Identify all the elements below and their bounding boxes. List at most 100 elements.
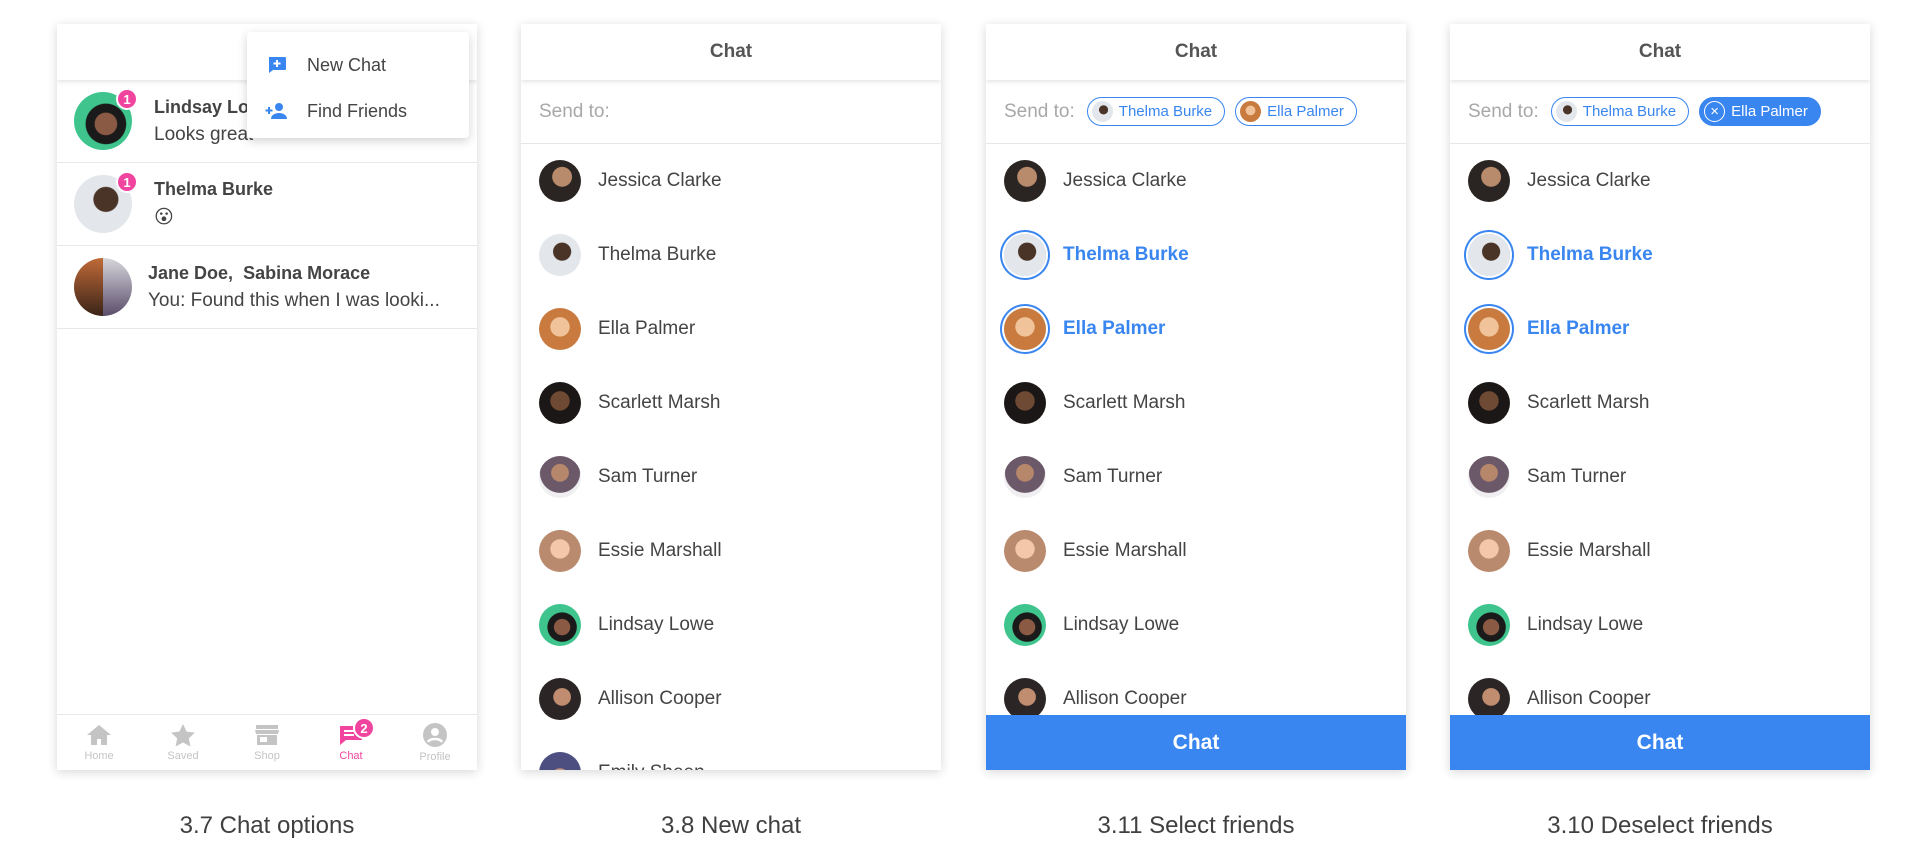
screen-caption: 3.7 Chat options (179, 812, 355, 839)
conversation-name: Jane Doe, Sabina Morace (148, 262, 371, 283)
recipient-chip-selected[interactable]: × Ella Palmer (1699, 97, 1821, 126)
avatar (539, 530, 581, 572)
contact-item[interactable]: Lindsay Lowe (1450, 588, 1870, 662)
avatar (1468, 234, 1510, 276)
chat-options-menu: New Chat Find Friends (247, 32, 469, 138)
contact-item[interactable]: Lindsay Lowe (521, 588, 941, 662)
send-to-label: Send to: (539, 100, 610, 122)
conversation-preview: 😮 (154, 207, 174, 228)
send-to-label: Send to: (1468, 100, 1539, 122)
contact-item[interactable]: Scarlett Marsh (986, 366, 1406, 440)
avatar: 1 (74, 171, 138, 233)
tab-home[interactable]: Home (57, 715, 141, 770)
avatar (1468, 160, 1510, 202)
tab-chat[interactable]: Chat 2 (309, 715, 393, 770)
avatar (1004, 234, 1046, 276)
group-avatar (74, 258, 132, 316)
bottom-tab-bar: Home Saved Shop Chat 2 Profile (57, 714, 477, 770)
contact-item[interactable]: Essie Marshall (1450, 514, 1870, 588)
start-chat-button[interactable]: Chat (1450, 715, 1870, 770)
remove-icon[interactable]: × (1704, 101, 1726, 122)
contact-item[interactable]: Emily Sheen (521, 736, 941, 770)
tab-profile[interactable]: Profile (393, 715, 477, 770)
screen-caption: 3.11 Select friends (1097, 812, 1295, 839)
conversation-row[interactable]: 1 Thelma Burke 😮 (57, 163, 477, 246)
home-icon (87, 725, 111, 745)
contact-list: Jessica Clarke Thelma Burke Ella Palmer … (986, 144, 1406, 736)
avatar (1468, 678, 1510, 720)
recipient-chip[interactable]: Thelma Burke (1086, 97, 1226, 126)
contact-item[interactable]: Jessica Clarke (1450, 144, 1870, 218)
avatar (539, 456, 581, 498)
tab-shop[interactable]: Shop (225, 715, 309, 770)
contact-item[interactable]: Sam Turner (986, 440, 1406, 514)
new-chat-screen: Chat Send to: Jessica Clarke Thelma Burk… (521, 24, 941, 770)
avatar: 1 (74, 88, 138, 150)
conversation-row[interactable]: Jane Doe, Sabina Morace You: Found this … (57, 246, 477, 329)
contact-item[interactable]: Essie Marshall (986, 514, 1406, 588)
avatar (1240, 101, 1262, 122)
avatar (1004, 678, 1046, 720)
contact-item[interactable]: Jessica Clarke (521, 144, 941, 218)
contact-item-selected[interactable]: Ella Palmer (986, 292, 1406, 366)
select-friends-screen: Chat Send to: Thelma Burke Ella Palmer J… (986, 24, 1406, 770)
contact-item[interactable]: Allison Cooper (521, 662, 941, 736)
contact-item[interactable]: Sam Turner (521, 440, 941, 514)
menu-item-label: Find Friends (307, 100, 408, 121)
unread-badge: 1 (116, 171, 138, 193)
send-to-field[interactable]: Send to: Thelma Burke Ella Palmer (986, 80, 1406, 144)
contact-item-selected[interactable]: Thelma Burke (986, 218, 1406, 292)
contact-item[interactable]: Lindsay Lowe (986, 588, 1406, 662)
menu-item-label: New Chat (307, 54, 387, 75)
send-to-label: Send to: (1004, 100, 1075, 122)
recipient-chip[interactable]: Ella Palmer (1235, 97, 1357, 126)
contact-item-selected[interactable]: Ella Palmer (1450, 292, 1870, 366)
avatar (1555, 101, 1577, 122)
start-chat-button[interactable]: Chat (986, 715, 1406, 770)
avatar (1004, 382, 1046, 424)
tab-badge: 2 (353, 717, 375, 739)
page-title: Chat (986, 24, 1406, 80)
contact-list: Jessica Clarke Thelma Burke Ella Palmer … (521, 144, 941, 770)
screen-caption: 3.8 New chat (660, 812, 802, 839)
add-person-icon (265, 101, 289, 121)
avatar (539, 678, 581, 720)
star-icon (171, 724, 195, 747)
conversation-preview: You: Found this when I was looki... (148, 289, 440, 311)
mockup-stage: New Chat Find Friends 1 Lindsay Lowe Loo… (0, 0, 1920, 864)
menu-item-find-friends[interactable]: Find Friends (247, 88, 469, 134)
chat-options-screen: New Chat Find Friends 1 Lindsay Lowe Loo… (57, 24, 477, 770)
tab-saved[interactable]: Saved (141, 715, 225, 770)
avatar (1468, 382, 1510, 424)
avatar (539, 234, 581, 276)
avatar (1468, 308, 1510, 350)
contact-list: Jessica Clarke Thelma Burke Ella Palmer … (1450, 144, 1870, 736)
contact-item[interactable]: Jessica Clarke (986, 144, 1406, 218)
avatar (539, 604, 581, 646)
contact-item[interactable]: Ella Palmer (521, 292, 941, 366)
menu-item-new-chat[interactable]: New Chat (247, 42, 469, 88)
shop-icon (255, 725, 279, 745)
profile-icon (423, 723, 447, 747)
contact-item-selected[interactable]: Thelma Burke (1450, 218, 1870, 292)
conversation-name: Thelma Burke (154, 179, 274, 199)
contact-item[interactable]: Essie Marshall (521, 514, 941, 588)
avatar (539, 752, 581, 770)
recipient-chip[interactable]: Thelma Burke (1550, 97, 1690, 126)
deselect-friends-screen: Chat Send to: Thelma Burke × Ella Palmer … (1450, 24, 1870, 770)
avatar (1004, 604, 1046, 646)
send-to-field[interactable]: Send to: Thelma Burke × Ella Palmer (1450, 80, 1870, 144)
unread-badge: 1 (116, 88, 138, 110)
contact-item[interactable]: Sam Turner (1450, 440, 1870, 514)
contact-item[interactable]: Scarlett Marsh (1450, 366, 1870, 440)
send-to-field[interactable]: Send to: (521, 80, 941, 144)
avatar (1004, 456, 1046, 498)
contact-item[interactable]: Thelma Burke (521, 218, 941, 292)
avatar (539, 382, 581, 424)
avatar (539, 160, 581, 202)
avatar (1004, 308, 1046, 350)
avatar (539, 308, 581, 350)
add-chat-icon (265, 55, 289, 75)
contact-item[interactable]: Scarlett Marsh (521, 366, 941, 440)
avatar (1004, 530, 1046, 572)
